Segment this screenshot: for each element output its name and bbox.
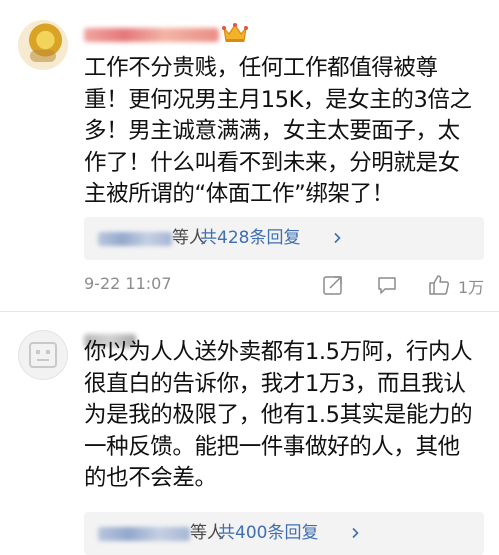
chevron-right-icon	[334, 232, 341, 244]
like-count: 1万	[458, 278, 485, 297]
crown-icon	[222, 23, 248, 42]
avatar[interactable]	[18, 20, 68, 70]
timestamp: 9-22 11:07	[84, 274, 172, 293]
default-avatar-icon	[29, 342, 57, 368]
comment-card: 工作不分贵贱，任何工作都值得被尊 重！更何况男主月15K，是女主的3倍之 多！男…	[0, 0, 499, 312]
username-blurred[interactable]	[84, 28, 219, 42]
chevron-right-icon	[352, 527, 359, 539]
comment-card: 你以为人人送外卖都有1.5万阿，行内人 很直白的告诉你，我才1万3，而且我认 为…	[0, 312, 499, 555]
reply-count-link[interactable]: 共428条回复	[200, 217, 300, 260]
avatar[interactable]	[18, 330, 68, 380]
share-icon[interactable]	[322, 274, 344, 296]
thumbs-up-icon[interactable]	[428, 274, 450, 296]
reply-summary[interactable]: 等人 共428条回复	[84, 217, 484, 260]
comment-text: 你以为人人送外卖都有1.5万阿，行内人 很直白的告诉你，我才1万3，而且我认 为…	[84, 339, 473, 491]
replier-names-blurred	[98, 527, 190, 541]
reply-count-link[interactable]: 共400条回复	[218, 512, 318, 555]
reply-summary[interactable]: 等人 共400条回复	[84, 512, 484, 555]
comment-text: 工作不分贵贱，任何工作都值得被尊 重！更何况男主月15K，是女主的3倍之 多！男…	[84, 55, 472, 207]
comment-icon[interactable]	[376, 274, 398, 296]
replier-names-blurred	[98, 232, 172, 246]
